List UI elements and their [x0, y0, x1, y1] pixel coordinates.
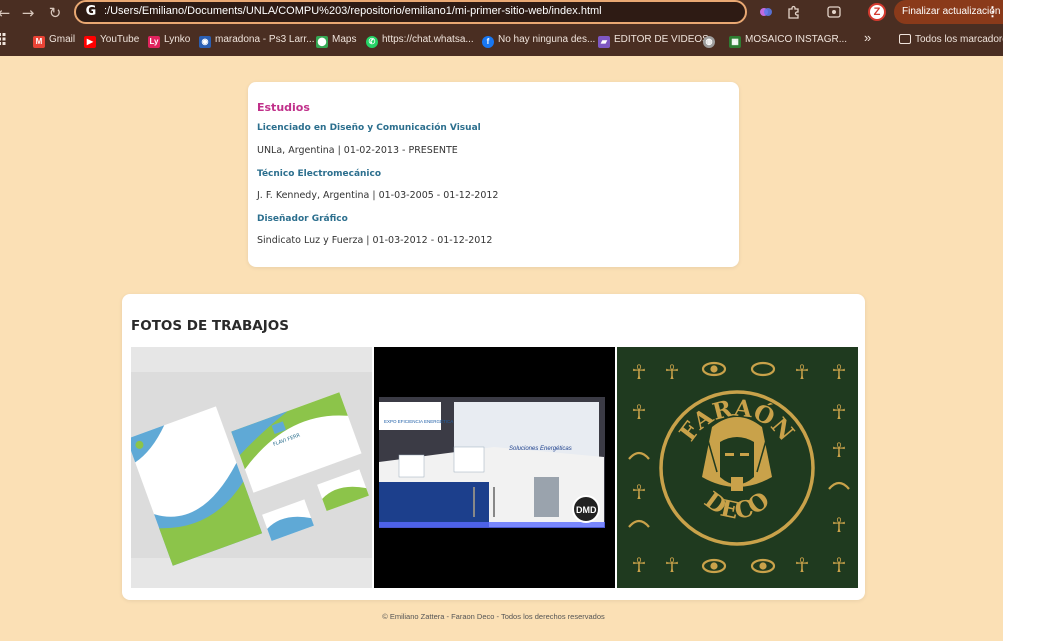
study-detail: J. F. Kennedy, Argentina | 01-03-2005 - … [257, 190, 499, 201]
bookmark-label: EDITOR DE VIDEOS [614, 34, 709, 45]
svg-text:☥: ☥ [795, 360, 810, 384]
bookmarks-bar: M Gmail ▶ YouTube Ly Lynko ◉ maradona - Ps3 … [0, 28, 1013, 52]
svg-text:☥: ☥ [632, 400, 647, 424]
globe-icon: ◍ [703, 36, 715, 48]
window-margin [1003, 0, 1043, 641]
studies-card: Estudios Licenciado en Diseño y Comunica… [248, 82, 739, 267]
study-detail: Sindicato Luz y Fuerza | 01-03-2012 - 01… [257, 235, 493, 246]
study-degree: Diseñador Gráfico [257, 214, 348, 224]
svg-text:☥: ☥ [832, 553, 847, 577]
forward-icon[interactable]: → [18, 3, 38, 23]
all-bookmarks-label: Todos los marcadores [915, 34, 1013, 45]
address-bar[interactable]: G :/Users/Emiliano/Documents/UNLA/COMPU%… [74, 0, 747, 24]
bookmark-label: https://chat.whatsa... [382, 34, 474, 45]
extension-icon[interactable] [758, 4, 774, 20]
reload-icon[interactable]: ↻ [45, 3, 65, 23]
bookmark-maradona[interactable]: ◉ maradona - Ps3 Larr... [199, 33, 315, 48]
svg-text:☥: ☥ [632, 553, 647, 577]
footer-text: © Emiliano Zattera - Faraon Deco - Todos… [382, 612, 605, 621]
svg-text:☥: ☥ [665, 360, 680, 384]
bookmark-gmail[interactable]: M Gmail [33, 33, 76, 48]
browser-toolbar: ← → ↻ G :/Users/Emiliano/Documents/UNLA/… [0, 0, 1003, 27]
facebook-icon: f [482, 36, 494, 48]
svg-text:☥: ☥ [632, 360, 647, 384]
ps3-icon: ◉ [199, 36, 211, 48]
photos-card: FOTOS DE TRABAJOS FLAVI FERR EXPO EFICIE… [122, 294, 865, 600]
google-icon: G [85, 4, 97, 19]
bookmark-lynko[interactable]: Ly Lynko [148, 33, 191, 48]
back-icon[interactable]: ← [0, 3, 14, 23]
youtube-icon: ▶ [84, 36, 96, 48]
bookmark-label: maradona - Ps3 Larr... [215, 34, 315, 45]
bookmark-label: Gmail [49, 34, 76, 45]
stand-brand: DMD [576, 505, 597, 515]
stand-banner: EXPO EFICIENCIA ENERGÉTICA [384, 418, 453, 424]
svg-text:☥: ☥ [832, 438, 847, 462]
menu-dots-icon[interactable]: ⋮ [986, 0, 999, 24]
all-bookmarks-folder[interactable]: Todos los marcadores [899, 33, 1013, 47]
studies-heading: Estudios [257, 101, 310, 114]
apps-icon[interactable] [0, 33, 10, 47]
bookmark-globe[interactable]: ◍ [703, 33, 719, 48]
puzzle-icon[interactable] [786, 4, 802, 20]
page-content: Estudios Licenciado en Diseño y Comunica… [0, 56, 1003, 641]
bookmark-video-editor[interactable]: ▰ EDITOR DE VIDEOS [598, 33, 709, 48]
bookmark-label: MOSAICO INSTAGR... [745, 34, 848, 45]
address-bar-url[interactable]: :/Users/Emiliano/Documents/UNLA/COMPU%20… [104, 5, 602, 17]
bookmark-label: No hay ninguna des... [498, 34, 596, 45]
profile-avatar[interactable]: Z [868, 3, 886, 21]
svg-text:☥: ☥ [665, 553, 680, 577]
more-bookmarks-icon[interactable]: » [864, 31, 871, 45]
bookmark-label: YouTube [100, 34, 140, 45]
stand-slogan: Soluciones Energéticas [509, 446, 572, 452]
study-degree: Técnico Electromecánico [257, 169, 382, 179]
bookmark-youtube[interactable]: ▶ YouTube [84, 33, 140, 48]
lynko-icon: Ly [148, 36, 160, 48]
bookmark-label: Maps [332, 34, 357, 45]
svg-text:☥: ☥ [632, 480, 647, 504]
gmail-icon: M [33, 36, 45, 48]
bookmark-label: Lynko [164, 34, 191, 45]
maps-icon: ⬤ [316, 36, 328, 48]
svg-text:☥: ☥ [832, 513, 847, 537]
browser-chrome: ← → ↻ G :/Users/Emiliano/Documents/UNLA/… [0, 0, 1013, 56]
study-degree: Licenciado en Diseño y Comunicación Visu… [257, 123, 481, 133]
mosaic-icon: ▦ [729, 36, 741, 48]
photo-stationery[interactable]: FLAVI FERR [131, 347, 372, 588]
svg-text:☥: ☥ [832, 360, 847, 384]
update-button[interactable]: Finalizar actualización ⋮ [894, 0, 1003, 24]
bookmark-mosaic[interactable]: ▦ MOSAICO INSTAGR... [729, 33, 848, 48]
bookmark-facebook[interactable]: f No hay ninguna des... [482, 33, 596, 48]
bookmark-maps[interactable]: ⬤ Maps [316, 33, 357, 48]
study-detail: UNLa, Argentina | 01-02-2013 - PRESENTE [257, 145, 458, 156]
bookmark-whatsapp[interactable]: ✆ https://chat.whatsa... [366, 33, 474, 48]
video-editor-icon: ▰ [598, 36, 610, 48]
screenshot-icon[interactable] [826, 4, 842, 20]
svg-text:☥: ☥ [832, 400, 847, 424]
folder-icon [899, 34, 911, 44]
photos-heading: FOTOS DE TRABAJOS [131, 318, 289, 334]
photo-faraon-deco-logo[interactable]: ☥ ☥ ☥ ☥ ☥ ☥ ☥ ☥ ☥ ☥ ☥ ☥ ☥ FARAÓN DECO [617, 347, 858, 588]
whatsapp-icon: ✆ [366, 36, 378, 48]
svg-text:☥: ☥ [795, 553, 810, 577]
photo-exhibition-stand[interactable]: EXPO EFICIENCIA ENERGÉTICA Soluciones En… [374, 347, 615, 588]
